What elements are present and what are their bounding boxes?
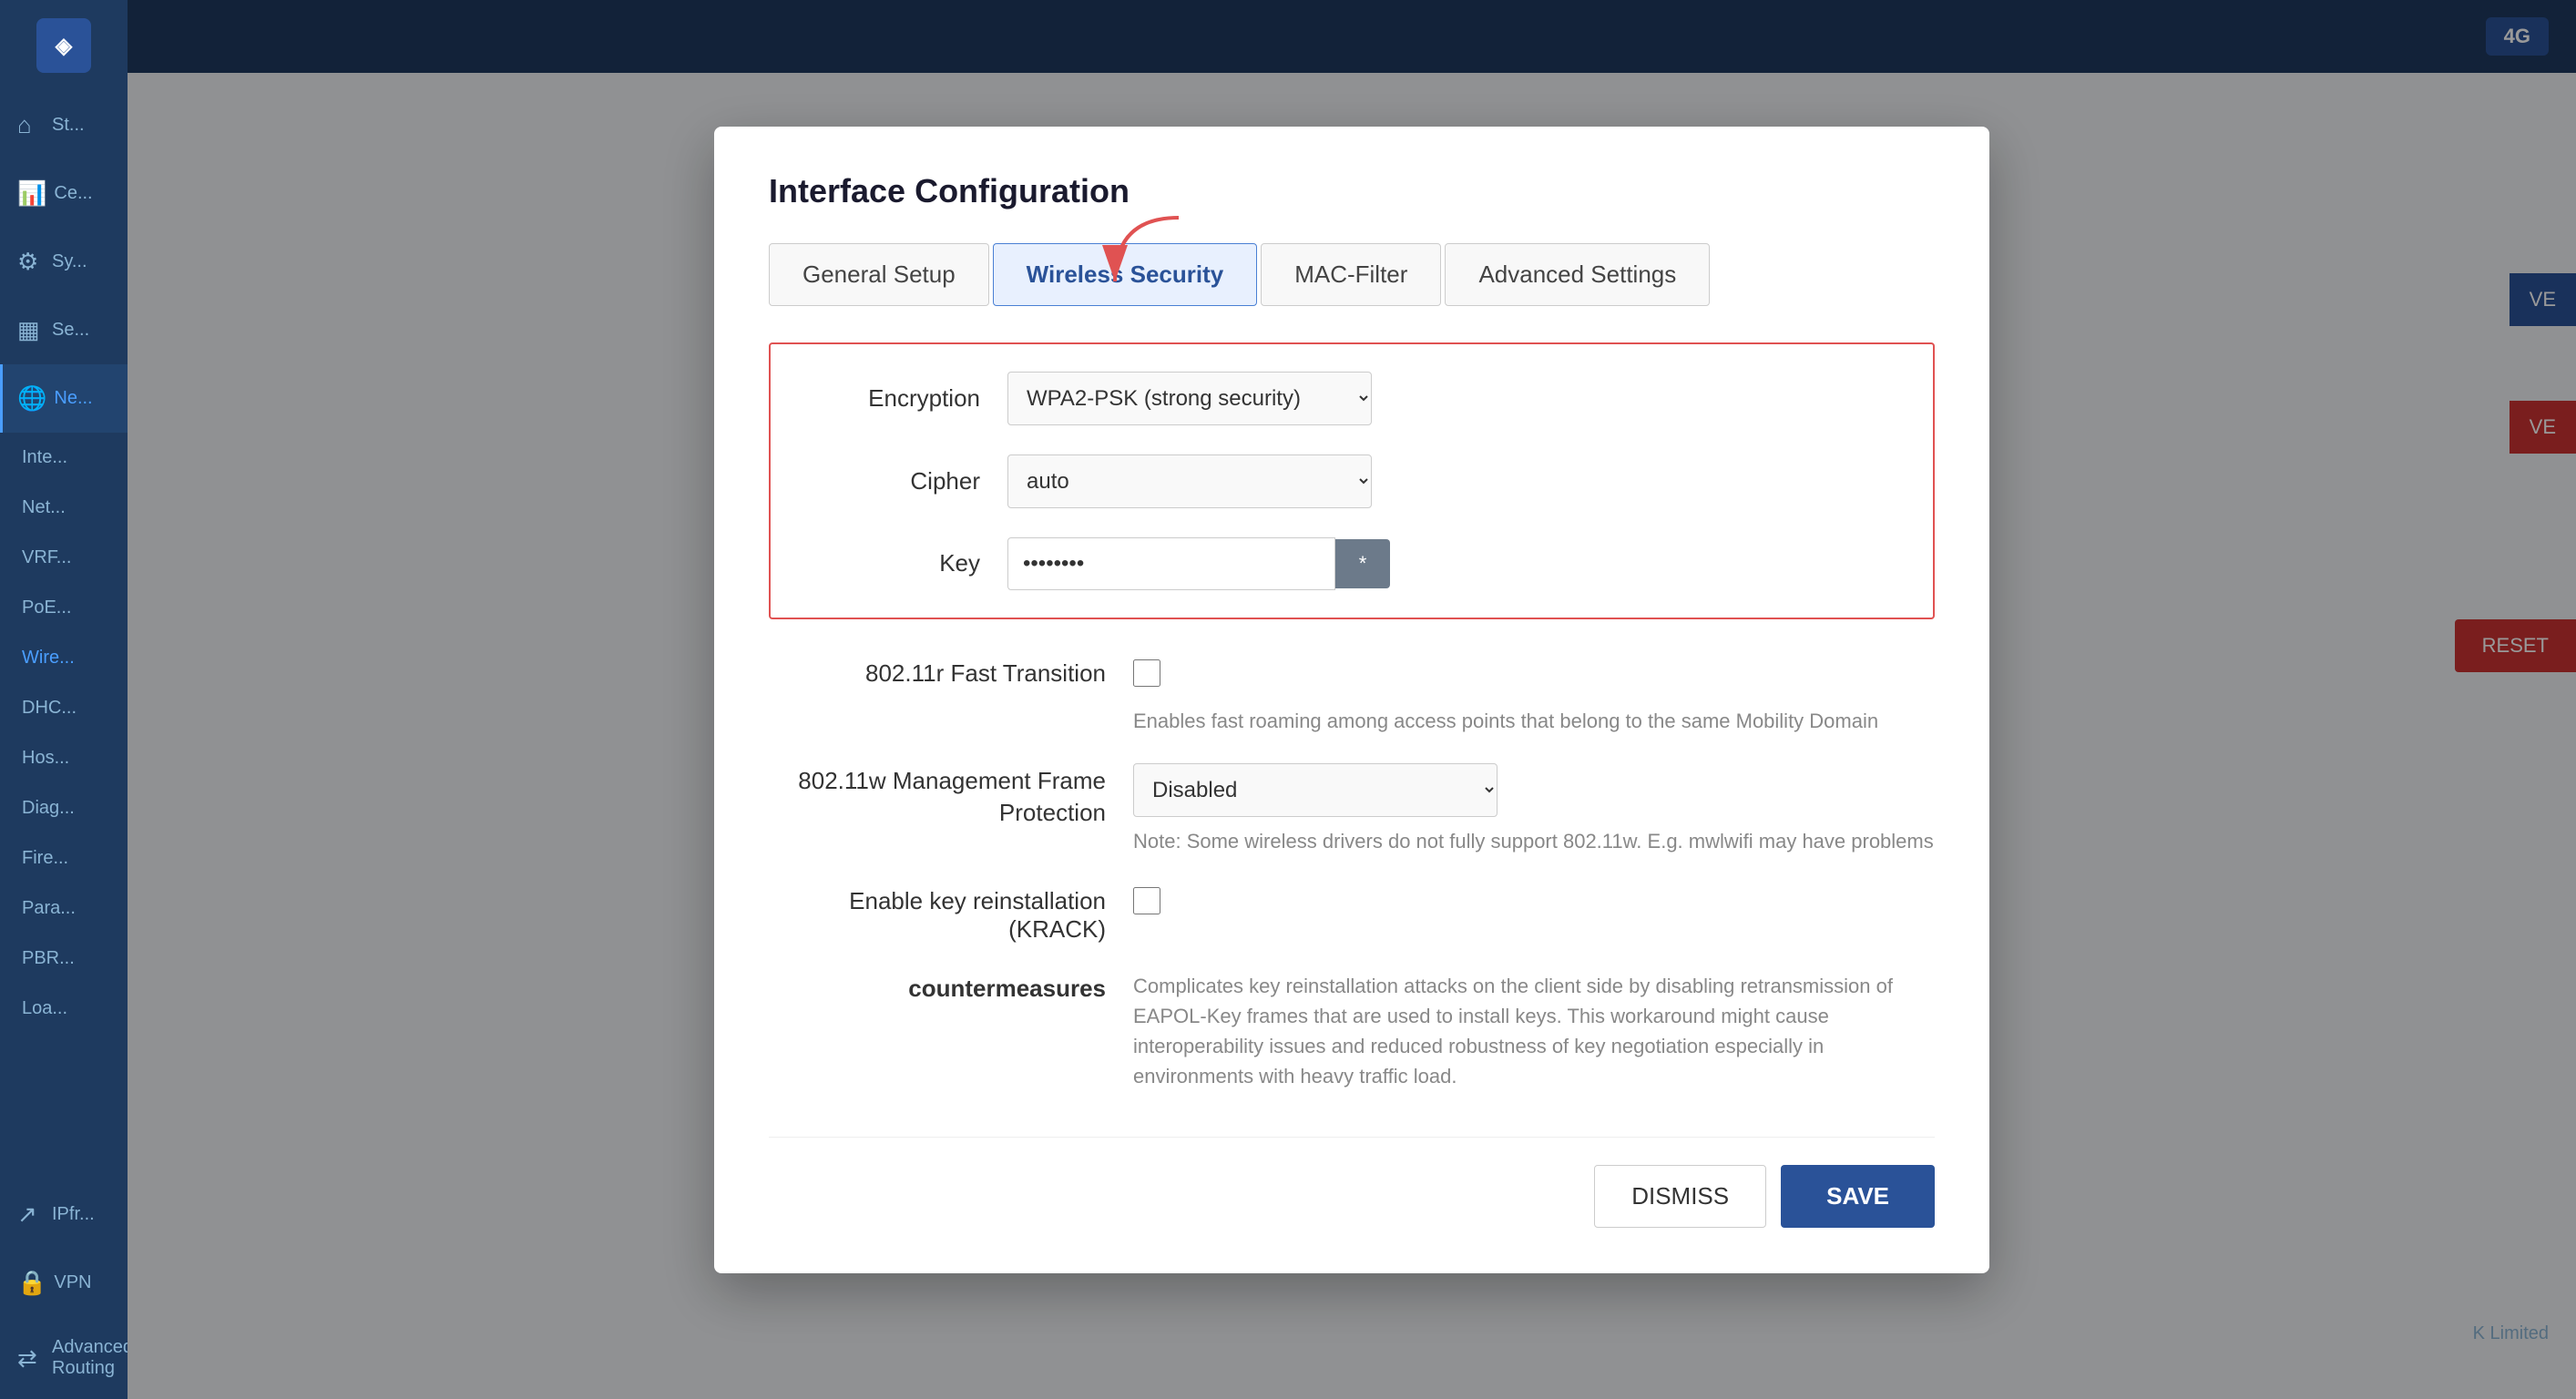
countermeasures-help: Complicates key reinstallation attacks o… [1133,971,1935,1091]
key-row: Key * [807,537,1896,590]
sidebar-item-ipfrag[interactable]: ↗ IPfr... [0,1180,128,1249]
services-icon: ▦ [17,316,45,344]
sidebar-label-network: Ne... [54,388,92,409]
key-label: Key [807,549,1007,577]
sidebar-item-network[interactable]: 🌐 Ne... [0,364,128,433]
fast-transition-checkbox[interactable] [1133,659,1160,687]
krack-checkbox[interactable] [1133,887,1160,914]
mgmt-frame-title: 802.11w Management Frame [769,767,1106,795]
sidebar-item-system[interactable]: ⚙ Sy... [0,228,128,296]
encryption-select[interactable]: WPA2-PSK (strong security) None WPA-PSK … [1007,372,1372,425]
sidebar-sub-vrf[interactable]: VRF... [0,533,128,583]
tab-general-setup[interactable]: General Setup [769,243,989,306]
key-input[interactable] [1007,537,1335,590]
mgmt-frame-sublabel: Protection [769,799,1106,827]
app-logo: ◈ [36,18,91,73]
sidebar-sub-poe[interactable]: PoE... [0,583,128,633]
countermeasures-content: Complicates key reinstallation attacks o… [1133,971,1935,1091]
modal-overlay: Interface Configuration General Setup Wi… [128,0,2576,1399]
encryption-row: Encryption WPA2-PSK (strong security) No… [807,372,1896,425]
sidebar-sub-interfaces[interactable]: Inte... [0,433,128,483]
sidebar-sub-wireless[interactable]: Wire... [0,633,128,683]
central-icon: 📊 [17,179,46,208]
share-icon: ↗ [17,1200,45,1229]
sidebar-sub-pbr[interactable]: PBR... [0,934,128,984]
modal-footer: DISMISS SAVE [769,1137,1935,1228]
mgmt-frame-help: Note: Some wireless drivers do not fully… [1133,826,1935,856]
countermeasures-label: countermeasures [769,971,1133,1003]
sidebar-label-ipfrag: IPfr... [52,1204,95,1225]
lock-icon: 🔒 [17,1269,46,1297]
key-toggle-button[interactable]: * [1335,539,1390,588]
system-icon: ⚙ [17,248,45,276]
sidebar-item-status[interactable]: ⌂ St... [0,91,128,159]
fast-transition-content: Enables fast roaming among access points… [1133,656,1935,736]
sidebar-sub-para[interactable]: Para... [0,883,128,934]
status-icon: ⌂ [17,111,45,139]
krack-content [1133,883,1935,919]
sidebar-item-vpn[interactable]: 🔒 VPN [0,1249,128,1317]
mgmt-frame-label: 802.11w Management Frame Protection [769,763,1133,827]
sidebar-item-central[interactable]: 📊 Ce... [0,159,128,228]
fast-transition-row: 802.11r Fast Transition Enables fast roa… [769,656,1935,736]
encryption-label: Encryption [807,384,1007,413]
main-content: 4G VE VE RESET K Limited Interface Confi… [128,0,2576,1399]
modal-title: Interface Configuration [769,172,1935,210]
security-form-section: Encryption WPA2-PSK (strong security) No… [769,342,1935,619]
cipher-label: Cipher [807,467,1007,495]
sidebar-item-advanced-routing[interactable]: ⇄ Advanced Routing [0,1317,128,1399]
tab-wireless-security[interactable]: Wireless Security [993,243,1258,306]
sidebar-sub-fire[interactable]: Fire... [0,833,128,883]
sidebar-label-central: Ce... [54,183,92,204]
routing-icon: ⇄ [17,1344,45,1373]
tab-mac-filter[interactable]: MAC-Filter [1261,243,1441,306]
sidebar-item-services[interactable]: ▦ Se... [0,296,128,364]
sidebar-label-services: Se... [52,320,89,341]
cipher-select[interactable]: auto CCMP (AES) TKIP [1007,454,1372,508]
krack-row: Enable key reinstallation (KRACK) [769,883,1935,944]
key-input-wrapper: * [1007,537,1390,590]
mgmt-frame-content: Disabled Optional Required Note: Some wi… [1133,763,1935,856]
countermeasures-row: countermeasures Complicates key reinstal… [769,971,1935,1091]
krack-label: Enable key reinstallation (KRACK) [769,883,1133,944]
sidebar-label-vpn: VPN [54,1272,91,1293]
modal-dialog: Interface Configuration General Setup Wi… [714,127,1989,1273]
fast-transition-label: 802.11r Fast Transition [769,656,1133,688]
sidebar-label-advanced-routing: Advanced Routing [52,1337,133,1379]
mgmt-frame-row: 802.11w Management Frame Protection Disa… [769,763,1935,856]
dismiss-button[interactable]: DISMISS [1594,1165,1766,1228]
sidebar-sub-network[interactable]: Net... [0,483,128,533]
tab-advanced-settings[interactable]: Advanced Settings [1445,243,1710,306]
network-icon: 🌐 [17,384,46,413]
sidebar-sub-diag[interactable]: Diag... [0,783,128,833]
sidebar: ◈ ⌂ St... 📊 Ce... ⚙ Sy... ▦ Se... 🌐 Ne..… [0,0,128,1399]
cipher-row: Cipher auto CCMP (AES) TKIP [807,454,1896,508]
save-button[interactable]: SAVE [1781,1165,1935,1228]
sidebar-label-system: Sy... [52,251,87,272]
sidebar-sub-load[interactable]: Loa... [0,984,128,1034]
mgmt-frame-select[interactable]: Disabled Optional Required [1133,763,1498,817]
sidebar-sub-hosts[interactable]: Hos... [0,733,128,783]
sidebar-sub-dhcp[interactable]: DHC... [0,683,128,733]
fast-transition-help: Enables fast roaming among access points… [1133,706,1935,736]
sidebar-label-status: St... [52,115,85,136]
tabs-container: General Setup Wireless Security MAC-Filt… [769,243,1935,306]
